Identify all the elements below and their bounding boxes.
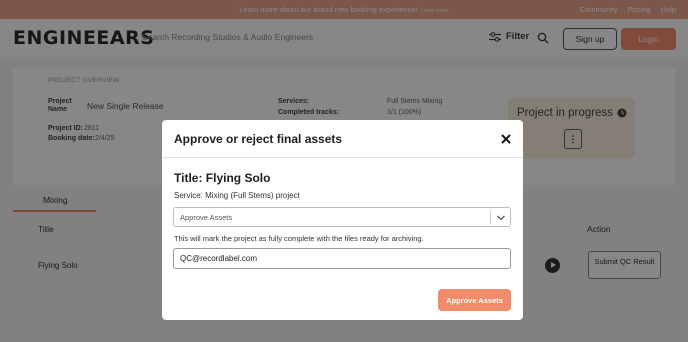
decision-select[interactable]: Approve Assets (173, 207, 511, 227)
modal-track-title: Title: Flying Solo (174, 171, 271, 185)
email-field[interactable] (173, 248, 511, 269)
approve-assets-modal: Approve or reject final assets Title: Fl… (162, 120, 523, 320)
modal-service-text: Service: Mixing (Full Stems) project (174, 191, 300, 200)
select-divider (490, 211, 491, 224)
modal-title: Approve or reject final assets (174, 132, 343, 146)
modal-header: Approve or reject final assets (162, 120, 523, 158)
chevron-down-icon[interactable] (496, 213, 506, 222)
decision-select-value: Approve Assets (180, 213, 233, 222)
approve-assets-button[interactable]: Approve Assets (438, 289, 511, 311)
modal-note: This will mark the project as fully comp… (174, 234, 424, 243)
close-icon[interactable] (500, 133, 512, 145)
